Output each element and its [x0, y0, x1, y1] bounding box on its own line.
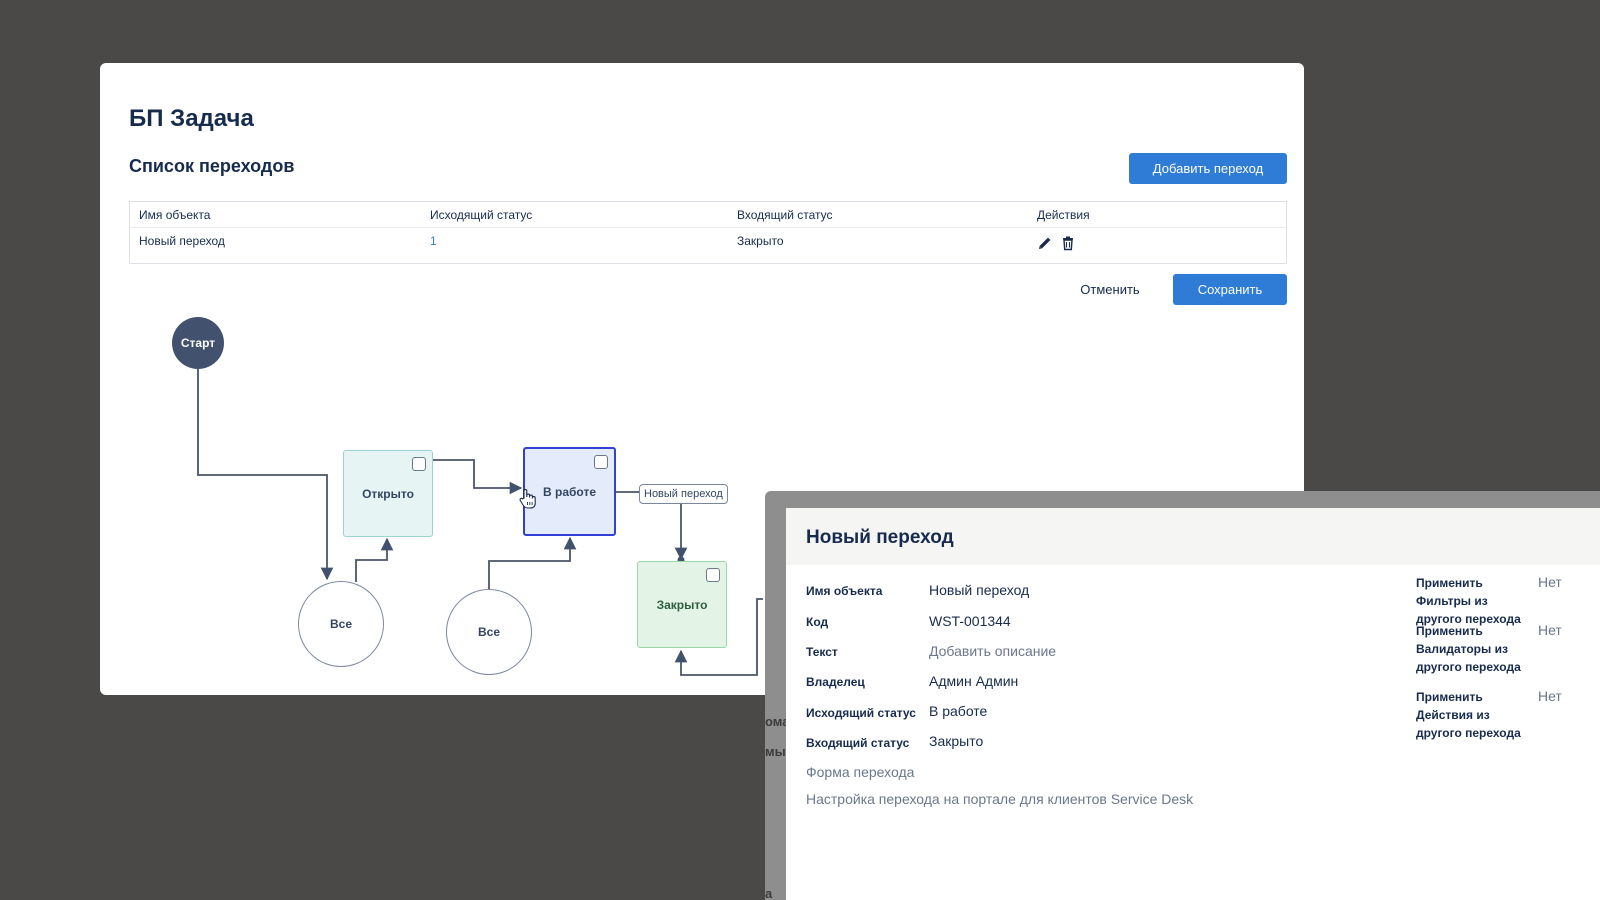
edge-all2-to-work [488, 536, 577, 589]
save-button[interactable]: Сохранить [1173, 274, 1287, 305]
add-transition-button[interactable]: Добавить переход [1129, 153, 1287, 184]
field-label-name: Имя объекта [806, 584, 883, 598]
all-node[interactable]: Все [298, 581, 384, 667]
row-name: Новый переход [139, 234, 225, 248]
section-title: Список переходов [129, 156, 295, 176]
field-value-name[interactable]: Новый переход [929, 582, 1029, 598]
background-text: а [765, 886, 773, 900]
description-field[interactable]: Добавить описание [929, 643, 1056, 659]
apply-actions-value[interactable]: Нет [1538, 688, 1562, 704]
field-value-owner[interactable]: Админ Админ [929, 673, 1018, 689]
transition-label[interactable]: Новый переход [639, 484, 728, 504]
background-text: мы [765, 744, 786, 759]
transitions-table: Имя объекта Исходящий статус Входящий ст… [129, 201, 1287, 264]
all-node[interactable]: Все [446, 589, 532, 675]
status-node-open[interactable]: Открыто [343, 450, 433, 537]
status-label: Закрыто [656, 597, 708, 612]
field-label-owner: Владелец [806, 675, 865, 689]
trash-icon[interactable] [1060, 235, 1076, 251]
transition-details-panel: Новый переход Имя объекта Новый переход … [786, 508, 1600, 900]
transition-form-link[interactable]: Форма перехода [806, 764, 914, 780]
edge-all-to-open [355, 537, 394, 582]
edge-start-to-all [197, 369, 334, 581]
field-value-target-status[interactable]: Закрыто [929, 733, 983, 749]
node-checkbox[interactable] [706, 568, 720, 582]
field-value-source-status[interactable]: В работе [929, 703, 987, 719]
apply-validators-label: Применить Валидаторы из другого перехода [1416, 624, 1521, 674]
portal-settings-link[interactable]: Настройка перехода на портале для клиент… [806, 791, 1193, 807]
table-row[interactable]: Новый переход 1 Закрыто [130, 228, 1286, 253]
header-actions: Действия [1037, 208, 1090, 222]
field-label-code: Код [806, 615, 829, 629]
field-label-target-status: Входящий статус [806, 736, 910, 750]
edge-open-to-work [433, 459, 523, 495]
status-label: В работе [543, 484, 596, 499]
pencil-icon[interactable] [1037, 235, 1053, 251]
cancel-button[interactable]: Отменить [1070, 274, 1150, 305]
header-source-status: Исходящий статус [430, 208, 533, 222]
header-name: Имя объекта [139, 208, 211, 222]
status-node-closed[interactable]: Закрыто [637, 561, 727, 648]
apply-filters-label: Применить Фильтры из другого перехода [1416, 576, 1521, 626]
header-target-status: Входящий статус [737, 208, 833, 222]
table-header: Имя объекта Исходящий статус Входящий ст… [130, 202, 1286, 228]
apply-actions-label: Применить Действия из другого перехода [1416, 690, 1521, 740]
panel-header: Новый переход [786, 508, 1600, 565]
hand-cursor-icon [519, 489, 536, 509]
transition-dialog-frame: ома мы а Новый переход Имя объекта Новый… [765, 491, 1600, 900]
apply-validators-value[interactable]: Нет [1538, 622, 1562, 638]
page-title: БП Задача [129, 105, 254, 132]
node-checkbox[interactable] [412, 457, 426, 471]
start-node[interactable]: Старт [172, 317, 224, 369]
status-label: Открыто [362, 486, 414, 501]
row-source-status[interactable]: 1 [430, 234, 437, 248]
apply-filters-value[interactable]: Нет [1538, 574, 1562, 590]
field-label-source-status: Исходящий статус [806, 706, 916, 720]
field-label-text: Текст [806, 645, 838, 659]
field-value-code: WST-001344 [929, 613, 1011, 629]
panel-title: Новый переход [806, 527, 954, 548]
row-target-status: Закрыто [737, 234, 784, 248]
node-checkbox[interactable] [594, 455, 608, 469]
